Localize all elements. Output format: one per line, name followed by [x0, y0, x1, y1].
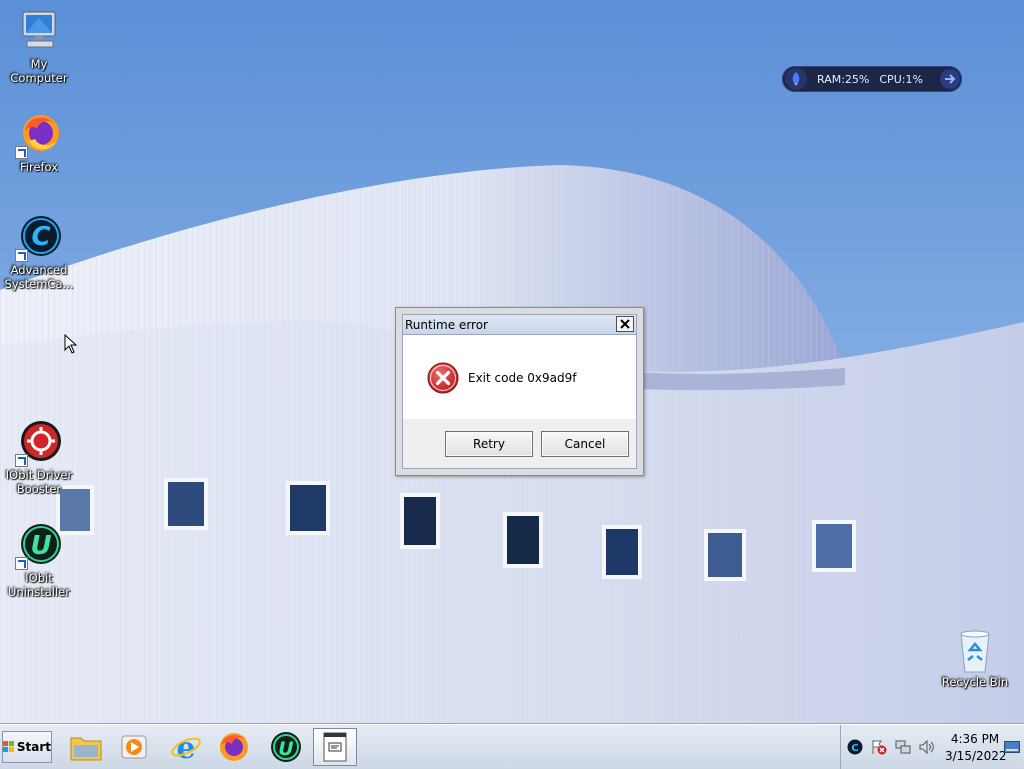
svg-text:e: e — [176, 731, 195, 763]
advanced-systemcare-tray-icon[interactable]: C — [847, 739, 863, 755]
desktop-icon-label: IObit Driver Booster — [5, 468, 73, 496]
desktop-icon-recycle-bin[interactable]: Recycle Bin — [937, 626, 1013, 689]
retry-button[interactable]: Retry — [445, 431, 533, 457]
arrow-right-icon[interactable] — [940, 69, 960, 89]
iobit-uninstaller-icon: U — [271, 732, 301, 762]
start-label: Start — [16, 740, 51, 754]
taskbar-firefox[interactable] — [212, 728, 256, 766]
system-tray: C 4:36 PM 3/15/2022 — [840, 725, 1024, 769]
dialog-button-bar: Retry Cancel — [402, 419, 637, 469]
dialog-body: Exit code 0x9ad9f — [402, 335, 637, 419]
shortcut-arrow-icon — [15, 454, 28, 467]
shortcut-arrow-icon — [15, 249, 28, 262]
taskbar-iobit-uninstaller[interactable]: U — [264, 728, 308, 766]
dialog-title: Runtime error — [405, 317, 488, 332]
desktop-icon-iobit-uninstaller[interactable]: U IObit Uninstaller — [1, 522, 77, 599]
advanced-systemcare-icon: C — [15, 214, 63, 262]
desktop-icon-driver-booster[interactable]: IObit Driver Booster — [1, 419, 77, 496]
error-icon — [427, 362, 459, 397]
runtime-error-dialog: Runtime error Exit code 0x9ad9f Retry Ca… — [395, 307, 644, 476]
rocket-icon[interactable] — [785, 68, 807, 90]
iobit-uninstaller-icon: U — [15, 522, 63, 570]
cancel-button[interactable]: Cancel — [541, 431, 629, 457]
svg-text:C: C — [31, 222, 50, 252]
dialog-titlebar[interactable]: Runtime error — [402, 314, 637, 335]
desktop-icon-label: Advanced SystemCa... — [4, 263, 74, 291]
ram-usage: RAM:25% — [817, 72, 870, 86]
taskbar-file-explorer[interactable] — [64, 728, 108, 766]
computer-icon — [15, 8, 63, 56]
volume-icon[interactable] — [919, 739, 935, 755]
taskbar-media-player[interactable] — [112, 728, 156, 766]
media-player-icon — [121, 735, 147, 759]
firefox-icon — [15, 111, 63, 159]
mouse-cursor-icon — [64, 333, 78, 357]
network-icon[interactable] — [895, 739, 911, 755]
svg-text:C: C — [851, 743, 858, 754]
taskbar: Start e U C 4:36 PM 3/15/2022 — [0, 724, 1024, 769]
desktop-icon-label: Recycle Bin — [941, 675, 1009, 689]
show-desktop-icon[interactable] — [1004, 741, 1020, 753]
action-center-alert-icon[interactable] — [871, 739, 887, 755]
svg-text:U: U — [278, 738, 294, 760]
driver-booster-icon — [15, 419, 63, 467]
desktop-icon-my-computer[interactable]: My Computer — [1, 8, 77, 85]
internet-explorer-icon: e — [171, 731, 201, 763]
file-explorer-icon — [70, 737, 102, 761]
windows-logo-icon — [3, 741, 15, 753]
desktop-icon-label: Firefox — [19, 160, 59, 174]
taskbar-internet-explorer[interactable]: e — [164, 728, 208, 766]
desktop-icon-firefox[interactable]: Firefox — [1, 111, 77, 174]
cpu-usage: CPU:1% — [879, 72, 923, 86]
clock-date[interactable]: 3/15/2022 — [945, 749, 1007, 763]
desktop-icon-label: IObit Uninstaller — [8, 571, 70, 599]
close-icon — [620, 319, 630, 329]
clock-time[interactable]: 4:36 PM — [945, 732, 1005, 746]
error-message: Exit code 0x9ad9f — [468, 371, 577, 385]
firefox-icon — [220, 733, 248, 761]
document-window-icon — [323, 732, 347, 762]
shortcut-arrow-icon — [15, 557, 28, 570]
desktop-icon-advanced-systemcare[interactable]: C Advanced SystemCa... — [1, 214, 77, 291]
close-button[interactable] — [616, 316, 634, 332]
start-button[interactable]: Start — [2, 731, 52, 763]
system-monitor-gadget[interactable]: RAM:25% CPU:1% — [782, 66, 962, 92]
svg-text:U: U — [30, 531, 51, 561]
shortcut-arrow-icon — [15, 146, 28, 159]
recycle-bin-icon — [951, 626, 999, 674]
taskbar-active-window[interactable] — [313, 728, 357, 766]
desktop-icon-label: My Computer — [10, 57, 68, 85]
